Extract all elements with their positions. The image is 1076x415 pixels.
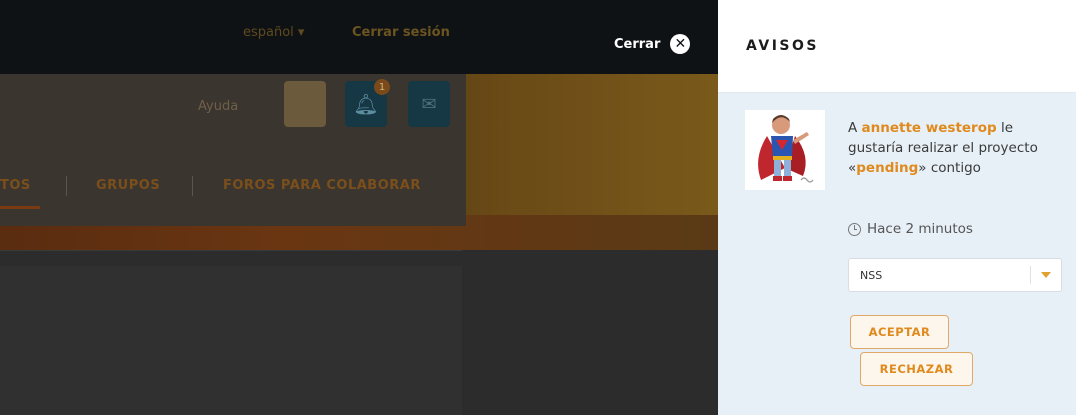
- language-selector: español ▾: [243, 25, 305, 40]
- content-divider: [0, 250, 462, 251]
- nav-divider: [192, 176, 193, 196]
- content-panel: [0, 266, 462, 415]
- project-link[interactable]: pending: [856, 160, 918, 176]
- user-avatar-button: [284, 81, 326, 127]
- close-panel-button[interactable]: Cerrar ✕: [614, 34, 691, 54]
- select-divider: [1030, 266, 1031, 284]
- nav-active-underline: [0, 206, 40, 209]
- bell-icon: 🔔︎: [353, 92, 379, 116]
- notice-message: A annette westerop le gustaría realizar …: [848, 118, 1058, 178]
- user-link[interactable]: annette westerop: [862, 120, 997, 136]
- nav-item-forums: FOROS PARA COLABORAR: [223, 178, 421, 193]
- header-card: [0, 74, 466, 226]
- notice-item: A annette westerop le gustaría realizar …: [718, 93, 1076, 415]
- timestamp-text: Hace 2 minutos: [867, 221, 973, 237]
- background-app: español ▾ Cerrar sesión Ayuda 🔔︎ 1 ✉ TOS…: [0, 0, 718, 415]
- avatar[interactable]: [745, 110, 825, 190]
- notice-suffix: » contigo: [918, 160, 981, 176]
- nav-divider: [66, 176, 67, 196]
- role-select[interactable]: NSS: [848, 258, 1062, 292]
- close-label: Cerrar: [614, 36, 661, 52]
- close-icon: ✕: [670, 34, 691, 54]
- superhero-avatar-icon: [745, 110, 825, 190]
- panel-header: AVISOS: [718, 0, 1076, 93]
- notices-panel: AVISOS A annette westerop le gustaría re…: [718, 0, 1076, 415]
- chevron-down-icon: [1041, 272, 1051, 278]
- notification-badge: 1: [374, 79, 390, 95]
- panel-title: AVISOS: [746, 38, 819, 54]
- nav-item-projects: TOS: [0, 178, 31, 193]
- select-value: NSS: [860, 269, 883, 282]
- logout-link: Cerrar sesión: [352, 25, 450, 40]
- clock-icon: [848, 222, 861, 236]
- help-link: Ayuda: [198, 99, 239, 114]
- notice-prefix: A: [848, 120, 862, 136]
- accept-button[interactable]: ACEPTAR: [850, 315, 949, 349]
- reject-button[interactable]: RECHAZAR: [860, 352, 973, 386]
- mail-icon: ✉: [421, 93, 437, 115]
- messages-button: ✉: [408, 81, 450, 127]
- notice-timestamp: Hace 2 minutos: [848, 221, 973, 237]
- nav-item-groups: GRUPOS: [96, 178, 161, 193]
